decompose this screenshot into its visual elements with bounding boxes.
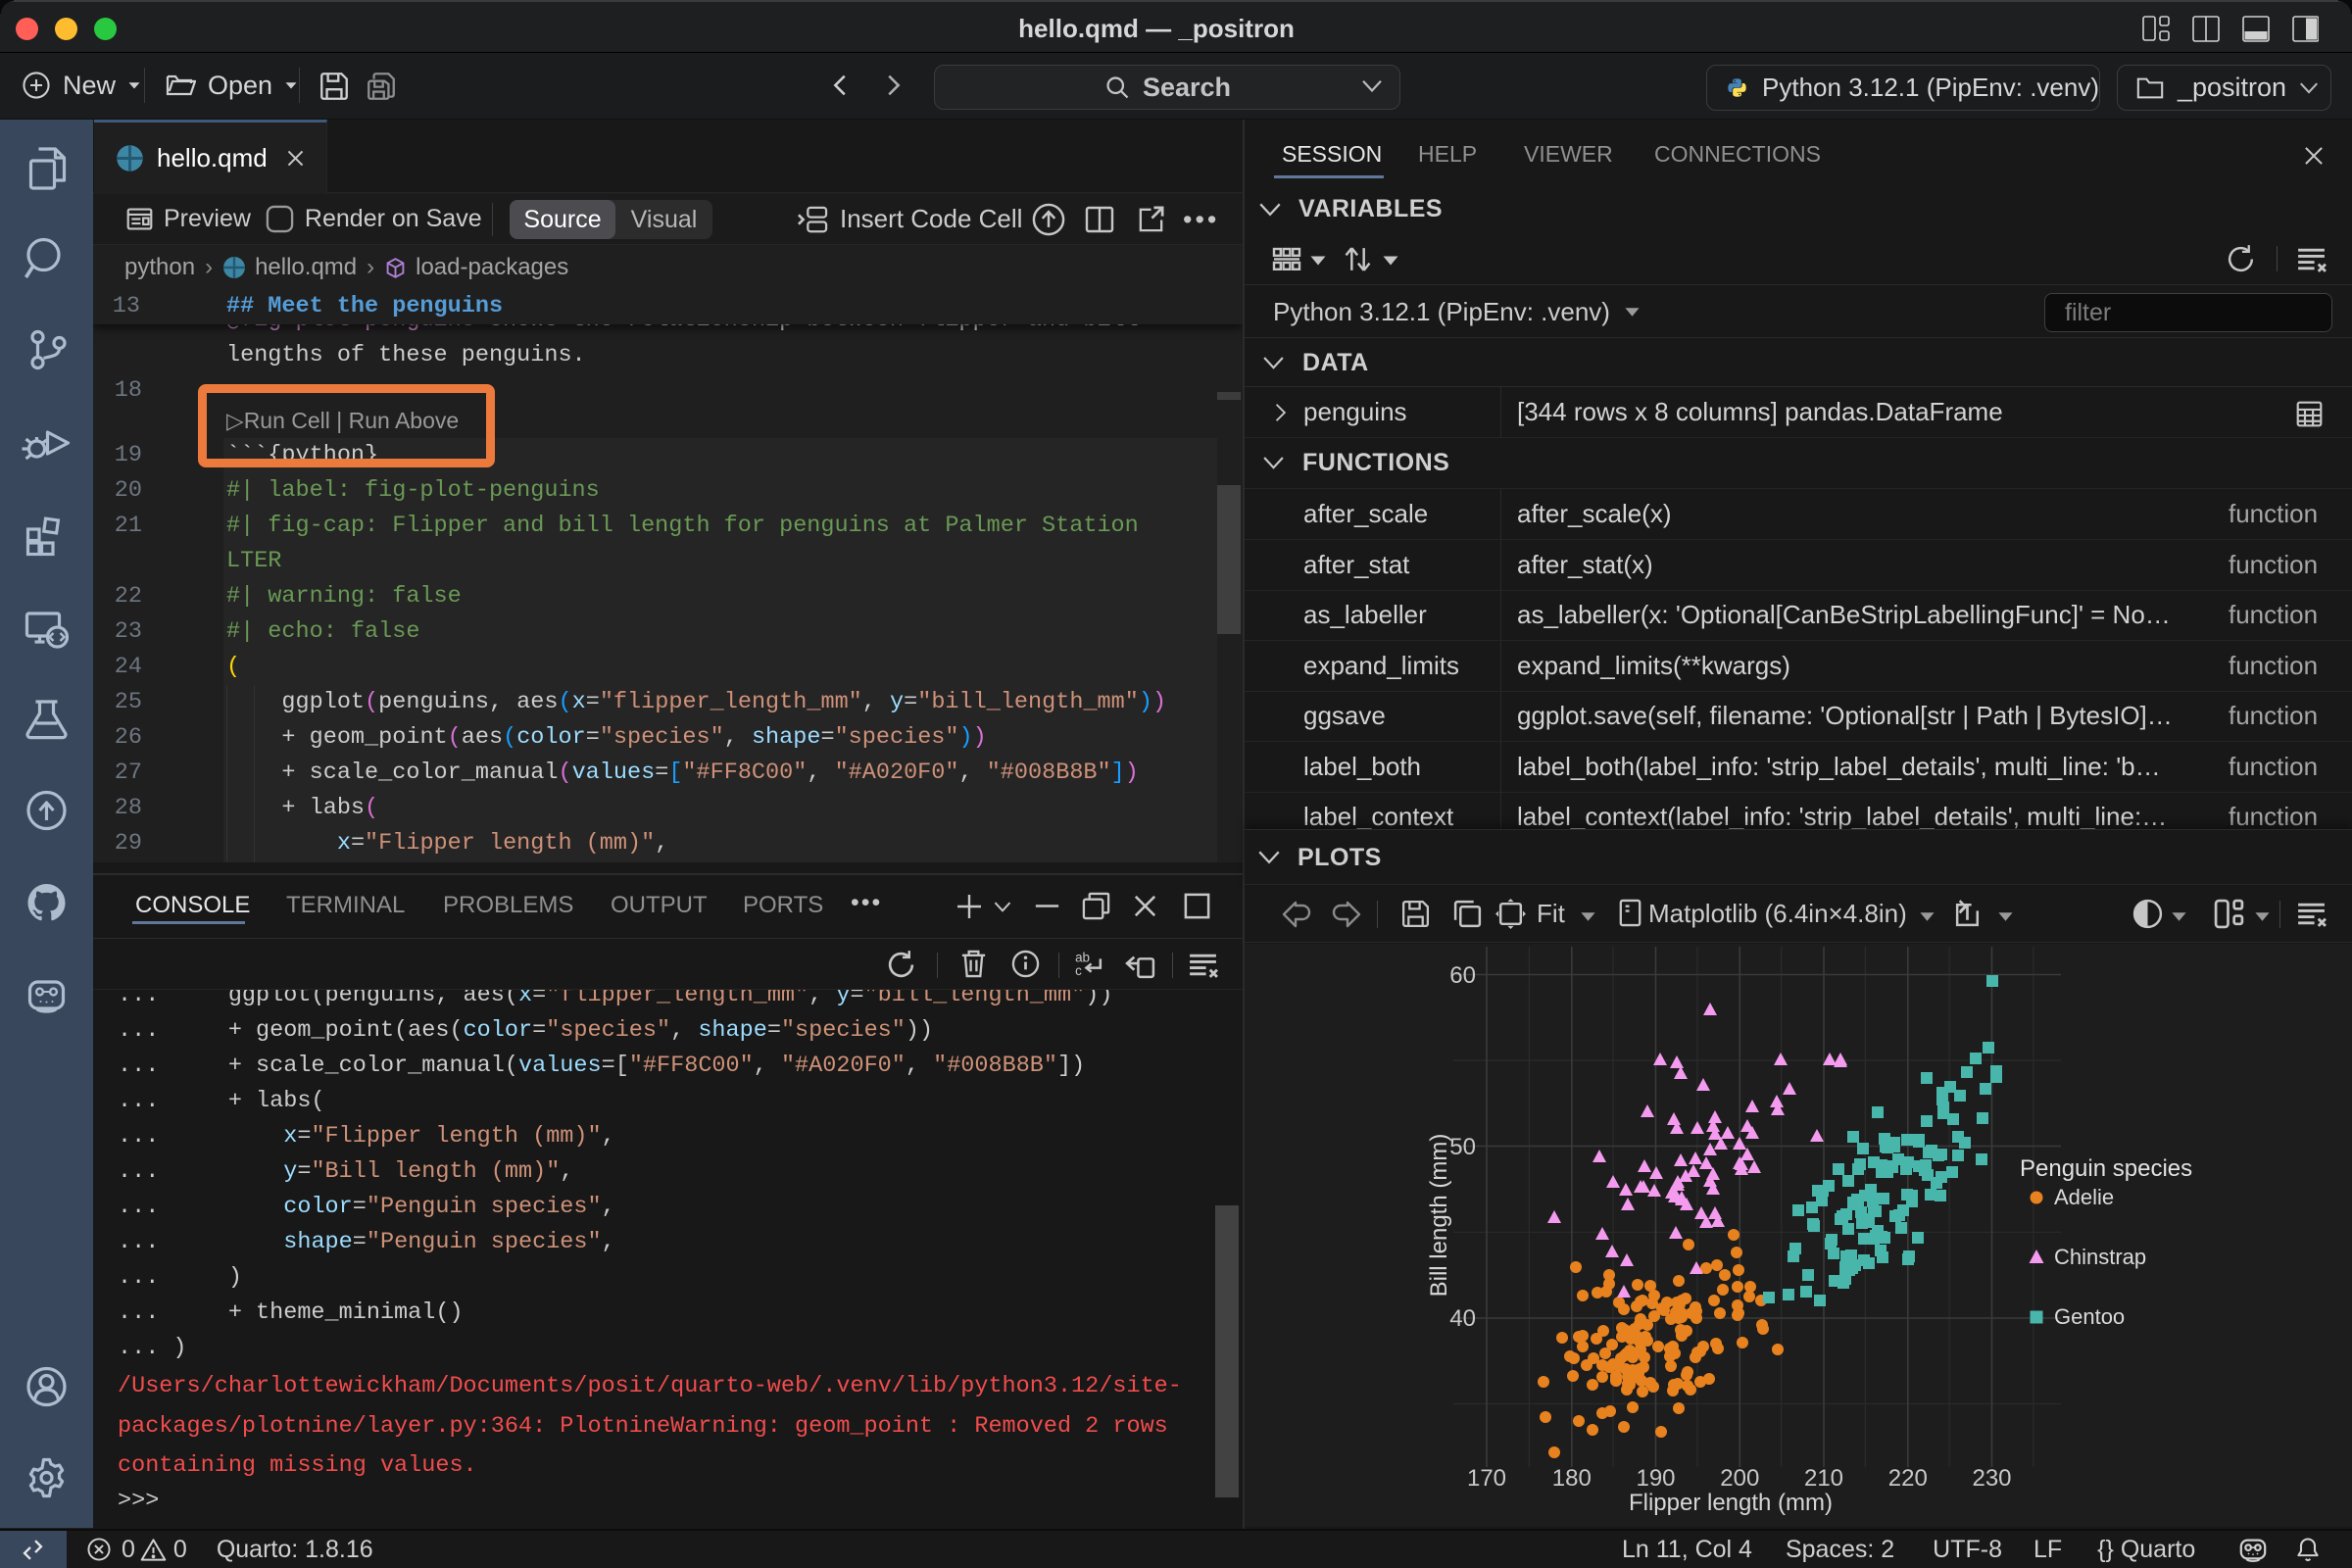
svg-text:Penguin species: Penguin species xyxy=(2020,1155,2192,1182)
svg-text:Bill length (mm): Bill length (mm) xyxy=(1426,1134,1452,1298)
svg-text:40: 40 xyxy=(1449,1305,1476,1332)
svg-text:Adelie: Adelie xyxy=(2054,1185,2114,1209)
svg-text:170: 170 xyxy=(1467,1465,1506,1492)
svg-text:180: 180 xyxy=(1552,1465,1592,1492)
svg-text:60: 60 xyxy=(1449,962,1476,989)
svg-text:210: 210 xyxy=(1804,1465,1843,1492)
svg-text:200: 200 xyxy=(1720,1465,1759,1492)
svg-text:c: c xyxy=(1075,963,1082,978)
svg-text:Gentoo: Gentoo xyxy=(2054,1304,2125,1329)
svg-text:230: 230 xyxy=(1972,1465,2011,1492)
svg-text:Chinstrap: Chinstrap xyxy=(2054,1245,2146,1269)
svg-text:190: 190 xyxy=(1636,1465,1675,1492)
svg-text:50: 50 xyxy=(1449,1134,1476,1160)
svg-text:220: 220 xyxy=(1888,1465,1928,1492)
svg-text:Flipper length (mm): Flipper length (mm) xyxy=(1629,1490,1833,1516)
